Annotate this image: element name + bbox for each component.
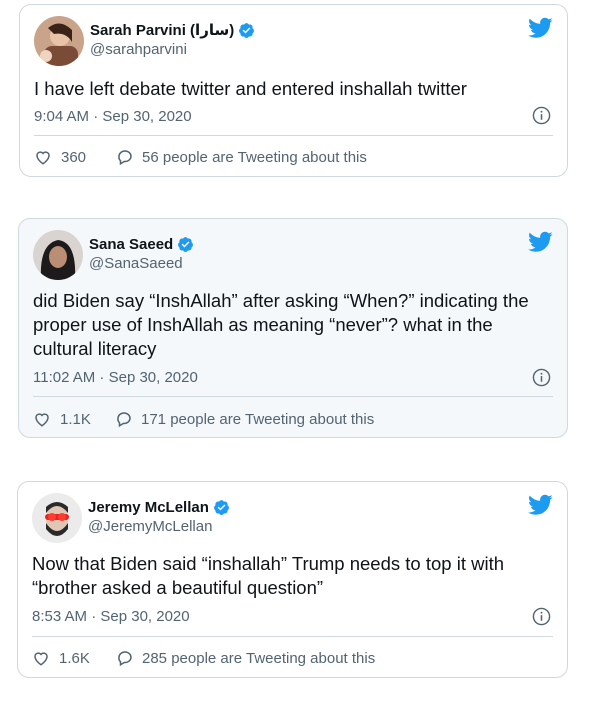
conversation-link[interactable]: 171 people are Tweeting about this — [115, 410, 374, 428]
author-handle[interactable]: @JeremyMcLellan — [88, 518, 230, 535]
avatar-photo — [32, 493, 82, 543]
verified-badge-icon — [213, 499, 229, 515]
tweet-text: did Biden say “InshAllah” after asking “… — [33, 290, 529, 359]
author-name[interactable]: Jeremy McLellan — [88, 499, 209, 516]
like-button[interactable]: 360 — [34, 148, 116, 166]
twitter-bird-icon[interactable] — [528, 17, 553, 39]
conversation-text: 285 people are Tweeting about this — [142, 649, 376, 667]
like-count: 360 — [61, 148, 87, 166]
avatar[interactable] — [32, 493, 82, 543]
tweet-card[interactable]: Jeremy McLellan @JeremyMcLellan Now that… — [17, 481, 568, 678]
conversation-text: 171 people are Tweeting about this — [141, 410, 375, 428]
divider — [33, 396, 553, 397]
tweet-card[interactable]: Sarah Parvini (سارا) @sarahparvini I hav… — [19, 4, 568, 177]
avatar[interactable] — [34, 16, 84, 66]
heart-icon — [34, 652, 48, 666]
like-button[interactable]: 1.6K — [32, 649, 116, 667]
divider — [34, 135, 553, 136]
avatar-photo — [33, 230, 83, 280]
heart-icon — [35, 413, 49, 427]
tweet-timestamp[interactable]: 8:53 AM · Sep 30, 2020 — [32, 608, 190, 625]
like-count: 1.1K — [60, 410, 91, 428]
speech-bubble-icon — [117, 412, 131, 428]
author-name[interactable]: Sana Saeed — [89, 236, 173, 253]
speech-bubble-icon — [118, 651, 132, 667]
tweet-text: Now that Biden said “inshallah” Trump ne… — [32, 553, 504, 598]
conversation-text: 56 people are Tweeting about this — [142, 148, 367, 166]
verified-badge-icon — [239, 22, 255, 38]
verified-badge-icon — [178, 236, 194, 252]
tweet-text: I have left debate twitter and entered i… — [34, 78, 467, 99]
like-button[interactable]: 1.1K — [33, 410, 115, 428]
info-icon[interactable] — [532, 106, 551, 125]
tweet-card[interactable]: Sana Saeed @SanaSaeed did Biden say “Ins… — [18, 218, 568, 438]
twitter-bird-icon[interactable] — [528, 494, 553, 516]
author-handle[interactable]: @SanaSaeed — [89, 255, 194, 272]
avatar-photo — [34, 16, 84, 66]
author-handle[interactable]: @sarahparvini — [90, 41, 255, 58]
like-count: 1.6K — [59, 649, 90, 667]
conversation-link[interactable]: 285 people are Tweeting about this — [116, 649, 375, 667]
info-icon[interactable] — [532, 607, 551, 626]
heart-icon — [36, 151, 50, 165]
conversation-link[interactable]: 56 people are Tweeting about this — [116, 148, 367, 166]
twitter-bird-icon[interactable] — [528, 231, 553, 253]
avatar[interactable] — [33, 230, 83, 280]
author-name[interactable]: Sarah Parvini (سارا) — [90, 21, 234, 39]
tweet-timestamp[interactable]: 11:02 AM · Sep 30, 2020 — [33, 369, 198, 386]
info-icon[interactable] — [532, 368, 551, 387]
divider — [32, 636, 553, 637]
tweet-timestamp[interactable]: 9:04 AM · Sep 30, 2020 — [34, 108, 192, 125]
speech-bubble-icon — [118, 150, 132, 166]
